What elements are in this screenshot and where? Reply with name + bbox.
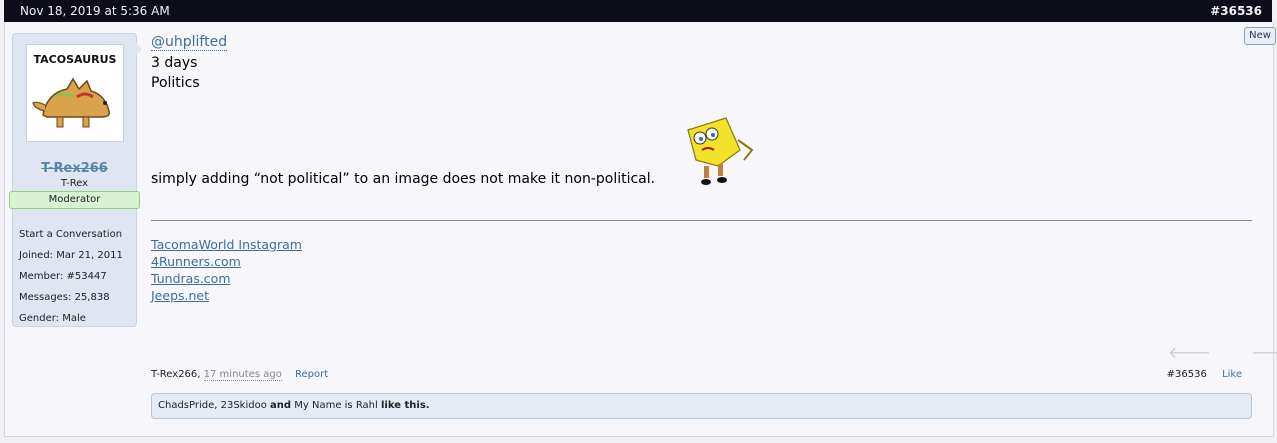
- signature-link-jeeps[interactable]: Jeeps.net: [151, 287, 302, 304]
- likes-summary: ChadsPride, 23Skidoo and My Name is Rahl…: [151, 393, 1252, 419]
- dinosaur-taco-icon: [32, 77, 111, 128]
- stat-messages: Messages: 25,838: [19, 292, 110, 303]
- signature-link-tundras[interactable]: Tundras.com: [151, 270, 302, 287]
- stat-joined: Joined: Mar 21, 2011: [19, 250, 123, 261]
- message-line-1: 3 days: [151, 55, 198, 71]
- sidebar-pointer: [135, 42, 142, 56]
- signature-link-instagram[interactable]: TacomaWorld Instagram: [151, 236, 302, 253]
- likes-and: and: [270, 400, 292, 411]
- arrow-left-icon[interactable]: 🡐: [1168, 343, 1211, 362]
- post-time[interactable]: 17 minutes ago: [203, 369, 282, 381]
- author-title: T-Rex: [60, 178, 89, 189]
- message-body-text: simply adding “not political” to an imag…: [151, 171, 656, 187]
- signature-divider: [151, 220, 1252, 221]
- post-footer-actions: #36536 Like: [1167, 369, 1242, 380]
- user-mention-link[interactable]: @uhplifted: [151, 34, 228, 51]
- post-number[interactable]: #36536: [1210, 4, 1262, 18]
- avatar[interactable]: TACOSAURUS: [26, 44, 124, 142]
- likes-suffix: like this.: [380, 400, 430, 411]
- footer-post-number[interactable]: #36536: [1167, 369, 1207, 380]
- report-link[interactable]: Report: [295, 369, 328, 380]
- moderator-badge: Moderator: [9, 191, 140, 209]
- post-header-bar: Nov 18, 2019 at 5:36 AM #36536: [4, 0, 1272, 22]
- post-navigation: 🡐 🡒: [1168, 342, 1277, 362]
- message-line-2: Politics: [151, 75, 200, 91]
- stat-member: Member: #53447: [19, 271, 107, 282]
- footer-author[interactable]: T-Rex266,: [151, 369, 200, 380]
- like-button[interactable]: Like: [1222, 369, 1242, 380]
- new-badge: New: [1244, 27, 1276, 45]
- start-conversation-link[interactable]: Start a Conversation: [19, 224, 123, 245]
- mocking-spongebob-image: [687, 117, 754, 185]
- signature-link-4runners[interactable]: 4Runners.com: [151, 253, 302, 270]
- signature-links: TacomaWorld Instagram 4Runners.com Tundr…: [151, 236, 302, 304]
- likes-users[interactable]: ChadsPride, 23Skidoo: [158, 400, 267, 411]
- author-username[interactable]: T-Rex266: [13, 161, 136, 176]
- arrow-right-icon[interactable]: 🡒: [1251, 343, 1277, 362]
- post-date: Nov 18, 2019 at 5:36 AM: [20, 4, 170, 18]
- post-footer-meta: T-Rex266, 17 minutes ago Report: [151, 369, 328, 381]
- likes-last-user[interactable]: My Name is Rahl: [294, 400, 378, 411]
- author-sidebar: TACOSAURUS T-Rex266 T-Rex Moderator Star…: [9, 33, 140, 329]
- author-stats: Start a Conversation Joined: Mar 21, 201…: [19, 224, 123, 329]
- stat-gender: Gender: Male: [19, 313, 86, 324]
